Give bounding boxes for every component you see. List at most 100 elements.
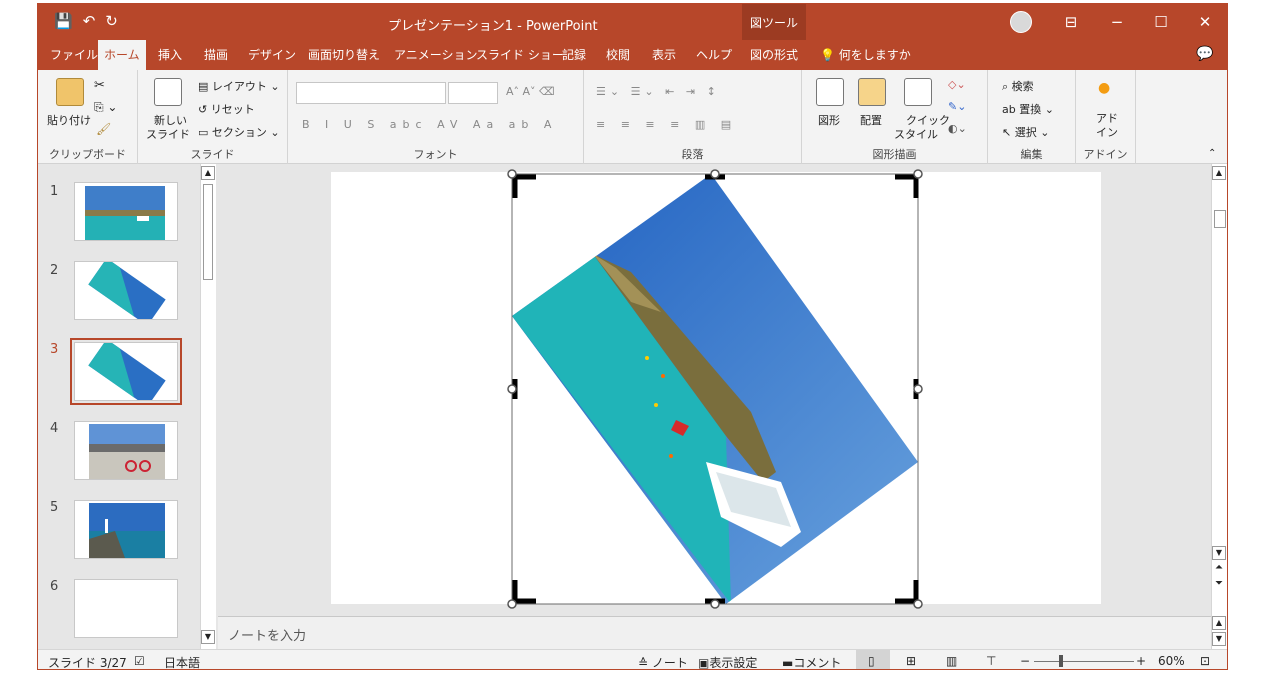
scroll-thumb[interactable] (1214, 210, 1226, 228)
reading-view-icon[interactable]: ▥ (946, 654, 957, 668)
tab-home[interactable]: ホーム (98, 40, 146, 70)
new-slide-label-2[interactable]: スライド (146, 126, 190, 142)
arrange-button[interactable]: 配置 (860, 112, 882, 128)
list-icons[interactable]: ☰⌄ ☰⌄ ⇤ ⇥ ↕ (596, 85, 720, 98)
copy-icon[interactable]: ⎘ ⌄ (94, 100, 117, 115)
layout-button[interactable]: ▤ レイアウト ⌄ (198, 78, 280, 94)
tab-help[interactable]: ヘルプ (690, 40, 738, 70)
thumbnail-image (88, 343, 166, 400)
cut-icon[interactable]: ✂ (94, 78, 105, 93)
next-slide-icon[interactable]: ⏷ (1215, 578, 1223, 589)
language-indicator[interactable]: 日本語 (164, 654, 200, 669)
replace-button[interactable]: ab 置換 ⌄ (1002, 101, 1054, 117)
font-format-icons[interactable]: B I U S abc AV Aa ab A (302, 118, 557, 131)
paste-icon[interactable] (56, 78, 84, 106)
slide-thumbnail-2[interactable] (74, 261, 178, 320)
normal-view-button[interactable]: ▯ (856, 650, 890, 669)
tab-picture-format[interactable]: 図の形式 (744, 40, 804, 70)
slide-canvas[interactable] (331, 169, 1101, 609)
scroll-up-icon[interactable]: ▲ (1212, 166, 1226, 180)
tab-view[interactable]: 表示 (646, 40, 682, 70)
section-button[interactable]: ▭ セクション ⌄ (198, 124, 280, 140)
shape-outline-icon[interactable]: ✎⌄ (948, 100, 966, 113)
scroll-thumb[interactable] (203, 184, 213, 280)
format-painter-icon[interactable]: 🖌 (96, 122, 111, 136)
tab-file[interactable]: ファイル (44, 40, 104, 70)
arrange-icon[interactable] (858, 78, 886, 106)
tab-record[interactable]: 記録 (556, 40, 592, 70)
addins-label-2[interactable]: イン (1096, 124, 1118, 140)
layout-icon: ▤ (198, 80, 212, 93)
quick-access-toolbar: 💾 ↶ ↻ (54, 12, 118, 30)
tab-transitions[interactable]: 画面切り替え (302, 40, 386, 70)
find-button[interactable]: ⌕ 検索 (1002, 78, 1034, 94)
group-editing: ⌕ 検索 ab 置換 ⌄ ↖ 選択 ⌄ 編集 (988, 70, 1076, 164)
tell-me-search[interactable]: 💡 何をしますか (820, 40, 911, 70)
new-slide-icon[interactable] (154, 78, 182, 106)
title-bar: 💾 ↶ ↻ プレゼンテーション1 - PowerPoint 図ツール ⊟ − ☐… (38, 4, 1227, 40)
reset-button[interactable]: ↺ リセット (198, 101, 255, 117)
slide-counter[interactable]: スライド 3/27 (48, 654, 127, 669)
scroll-up-icon[interactable]: ▲ (201, 166, 215, 180)
quick-styles-icon[interactable] (904, 78, 932, 106)
select-button[interactable]: ↖ 選択 ⌄ (1002, 124, 1049, 140)
close-button[interactable]: ✕ (1182, 4, 1227, 40)
font-size-combo[interactable] (448, 82, 498, 104)
slide-thumbnail-6[interactable] (74, 579, 178, 638)
zoom-out-button[interactable]: − (1020, 654, 1030, 668)
thumbnail-scrollbar[interactable]: ▲ ▼ (200, 164, 216, 649)
shape-effects-icon[interactable]: ◐⌄ (948, 122, 967, 135)
comments-toggle[interactable]: ▬コメント (782, 654, 841, 669)
slide-thumbnail-1[interactable] (74, 182, 178, 241)
tab-review[interactable]: 校閲 (600, 40, 636, 70)
font-grow-shrink-icons[interactable]: A˄ A˅ ⌫ (506, 85, 555, 98)
group-label-paragraph: 段落 (681, 148, 704, 161)
save-icon[interactable]: 💾 (54, 12, 73, 30)
slide-scrollbar[interactable]: ▲ ▼ ⏶ ⏷ ▲ ▼ (1211, 164, 1227, 649)
slide-thumbnail-4[interactable] (74, 421, 178, 480)
account-avatar[interactable] (1010, 11, 1032, 33)
zoom-level[interactable]: 60% (1158, 654, 1185, 668)
slide-thumbnail-5[interactable] (74, 500, 178, 559)
restore-button[interactable]: ☐ (1138, 4, 1184, 40)
redo-icon[interactable]: ↻ (105, 12, 118, 30)
quick-styles-label-2[interactable]: スタイル (894, 126, 938, 142)
scroll-down-icon[interactable]: ▼ (201, 630, 215, 644)
previous-slide-icon[interactable]: ⏶ (1215, 562, 1223, 573)
font-name-combo[interactable] (296, 82, 446, 104)
zoom-slider[interactable] (1034, 661, 1134, 662)
comments-icon[interactable]: 💬 (1196, 46, 1213, 62)
slideshow-view-icon[interactable]: ⊤ (986, 654, 996, 668)
zoom-slider-thumb[interactable] (1059, 655, 1063, 667)
addins-icon[interactable]: ● (1098, 80, 1110, 96)
scroll-down-icon[interactable]: ▼ (1212, 546, 1226, 560)
paste-button[interactable]: 貼り付け (47, 112, 91, 128)
align-icons[interactable]: ≡ ≡ ≡ ≡ ▥ ▤ (596, 118, 737, 131)
undo-icon[interactable]: ↶ (83, 12, 96, 30)
shapes-button[interactable]: 図形 (818, 112, 840, 128)
shapes-icon[interactable] (816, 78, 844, 106)
shape-fill-icon[interactable]: ◇⌄ (948, 78, 966, 91)
collapse-ribbon-icon[interactable]: ⌃ (1208, 148, 1216, 159)
notes-scroll-down-icon[interactable]: ▼ (1212, 632, 1226, 646)
zoom-in-button[interactable]: + (1136, 654, 1146, 668)
slide-sorter-view-icon[interactable]: ⊞ (906, 654, 916, 668)
display-settings-button[interactable]: ▣表示設定 (698, 654, 757, 669)
notes-toggle[interactable]: ≙ ノート (638, 654, 688, 669)
fit-to-window-icon[interactable]: ⊡ (1200, 654, 1210, 668)
notes-pane[interactable]: ノートを入力 (218, 616, 1211, 649)
notes-scroll-up-icon[interactable]: ▲ (1212, 616, 1226, 630)
tab-slideshow[interactable]: スライド ショー (470, 40, 570, 70)
accessibility-icon[interactable]: ☑ (134, 654, 145, 668)
tab-draw[interactable]: 描画 (198, 40, 234, 70)
slide-number: 6 (50, 579, 59, 594)
ribbon-tabs: ファイル ホーム 挿入 描画 デザイン 画面切り替え アニメーション スライド … (38, 40, 1227, 70)
display-options-icon[interactable]: ⊟ (1048, 4, 1094, 40)
thumbnail-image (85, 186, 165, 240)
slide-thumbnail-3[interactable] (70, 338, 182, 405)
tab-design[interactable]: デザイン (242, 40, 302, 70)
tab-insert[interactable]: 挿入 (152, 40, 188, 70)
section-icon: ▭ (198, 126, 212, 139)
minimize-button[interactable]: − (1094, 4, 1140, 40)
rotated-picture[interactable] (481, 172, 931, 604)
